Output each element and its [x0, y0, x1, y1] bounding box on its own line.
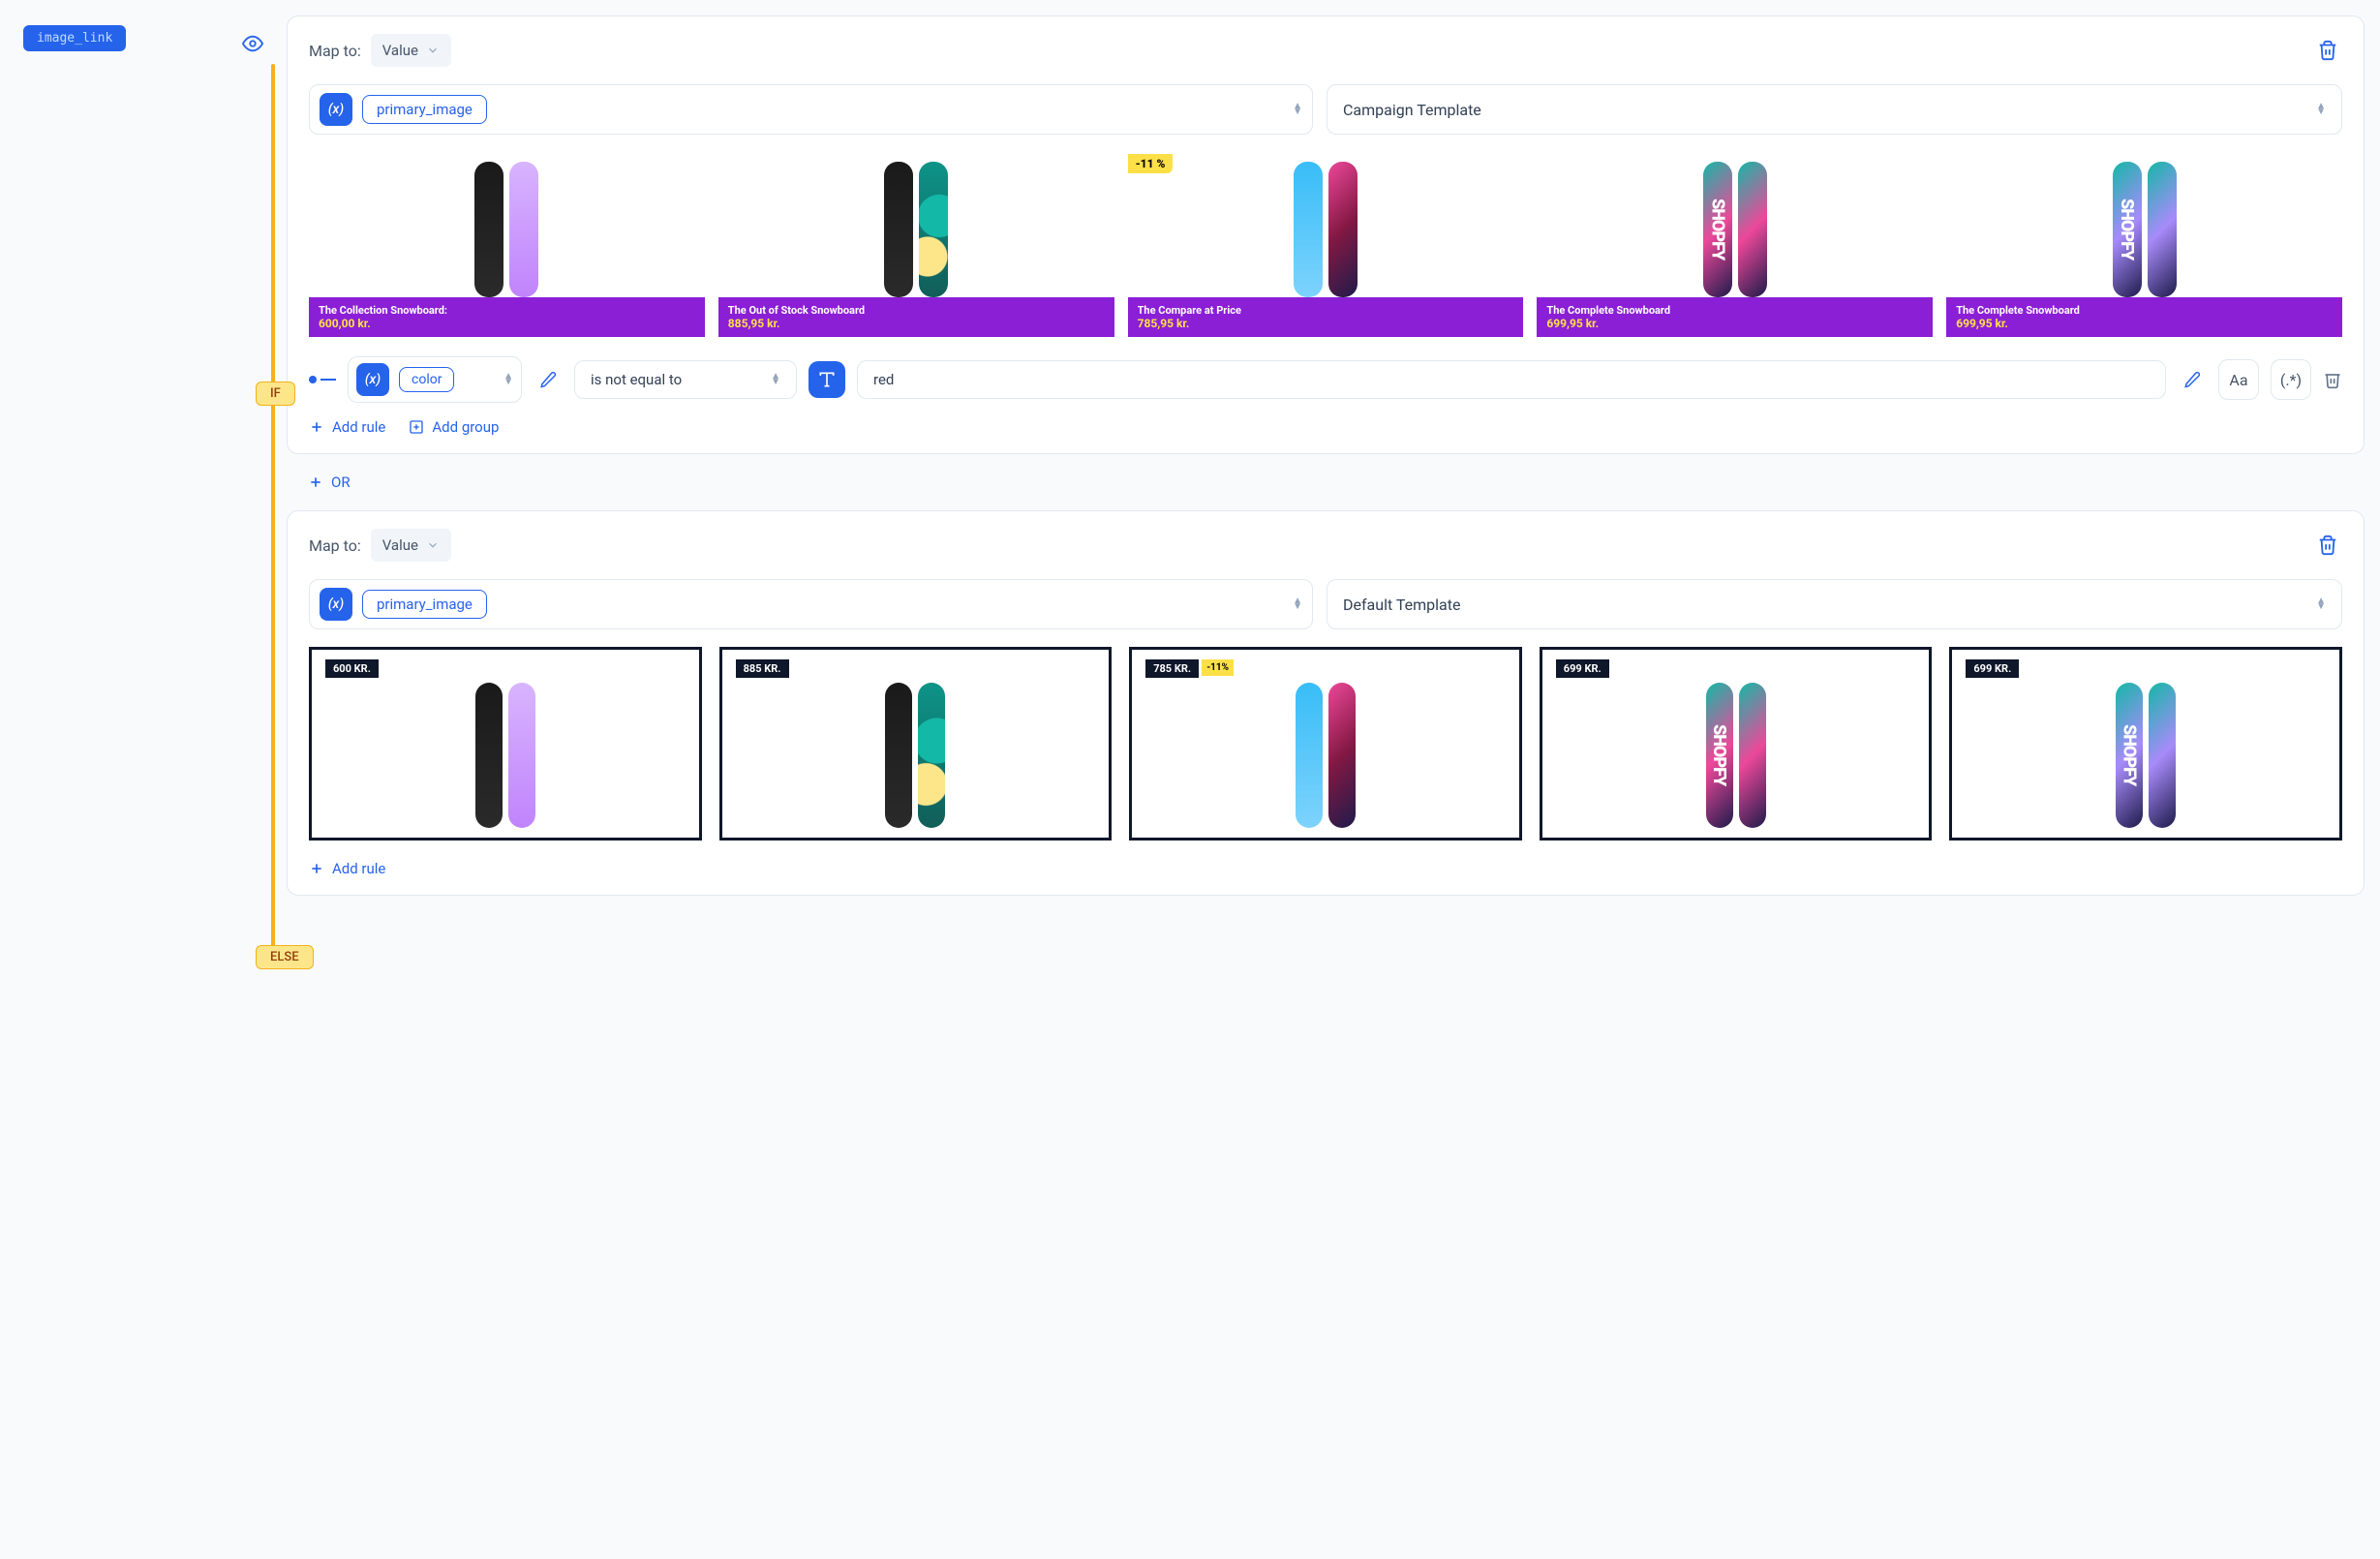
sort-icon: ▲▼ [503, 374, 513, 385]
field-select[interactable]: (x) primary_image ▲▼ [309, 579, 1313, 629]
edit-field-button[interactable] [534, 365, 563, 394]
add-rule-button[interactable]: Add rule [309, 860, 385, 877]
product-card: SHOPFY The Complete Snowboard699,95 kr. [1946, 152, 2342, 337]
map-to-select[interactable]: Value [371, 34, 451, 67]
add-group-button[interactable]: Add group [409, 418, 499, 436]
operator-select[interactable]: is not equal to ▲▼ [574, 360, 797, 399]
sort-icon: ▲▼ [1293, 598, 1302, 610]
pencil-icon [539, 371, 557, 388]
case-sensitive-button[interactable]: Aa [2218, 359, 2259, 400]
rule-handle-icon[interactable] [309, 376, 317, 383]
if-label: IF [256, 382, 295, 406]
variable-icon: (x) [356, 363, 389, 396]
add-or-button[interactable]: OR [308, 474, 2365, 491]
chevron-down-icon [426, 44, 440, 57]
product-card: The Collection Snowboard:600,00 kr. [309, 152, 705, 337]
product-card: 885 KR. [719, 647, 1113, 841]
discount-badge: -11% [1202, 659, 1234, 676]
trash-icon [2317, 40, 2338, 61]
plus-icon [309, 419, 324, 435]
else-label: ELSE [256, 945, 314, 969]
edit-value-button[interactable] [2178, 365, 2207, 394]
field-chip: primary_image [362, 95, 487, 124]
template-value: Campaign Template [1343, 101, 1481, 119]
add-rule-button[interactable]: Add rule [309, 418, 385, 436]
product-preview-row: The Collection Snowboard:600,00 kr. The … [309, 152, 2342, 337]
chevron-down-icon [426, 538, 440, 552]
map-to-value: Value [382, 42, 418, 59]
map-to-select[interactable]: Value [371, 529, 451, 562]
delete-rule-button[interactable] [2323, 370, 2342, 389]
operator-value: is not equal to [591, 371, 682, 388]
delete-block-button[interactable] [2313, 36, 2342, 65]
sort-icon: ▲▼ [1293, 104, 1302, 115]
mapping-block-else: Map to: Value (x) primary_image ▲▼ [287, 510, 2365, 896]
price-badge: 699 KR. [1966, 659, 2019, 678]
price-badge: 785 KR. [1145, 659, 1199, 678]
template-select[interactable]: Campaign Template ▲▼ [1327, 84, 2342, 135]
price-badge: 885 KR. [736, 659, 789, 678]
text-type-icon [809, 361, 845, 398]
preview-icon[interactable] [242, 33, 263, 54]
template-select[interactable]: Default Template ▲▼ [1327, 579, 2342, 629]
branch-connector [271, 64, 275, 955]
map-to-value: Value [382, 536, 418, 554]
rule-field-chip: color [399, 367, 454, 392]
rule-row: (x) color ▲▼ is not equal to ▲▼ red [309, 356, 2342, 403]
map-to-label: Map to: [309, 536, 361, 555]
product-card: 699 KR. SHOPFY [1949, 647, 2342, 841]
plus-icon [308, 474, 323, 490]
field-chip: primary_image [362, 590, 487, 619]
variable-icon: (x) [320, 93, 352, 126]
mapping-block-if: Map to: Value (x) primary_image ▲▼ [287, 15, 2365, 454]
delete-block-button[interactable] [2313, 531, 2342, 560]
field-select[interactable]: (x) primary_image ▲▼ [309, 84, 1313, 135]
variable-icon: (x) [320, 588, 352, 621]
sort-icon: ▲▼ [771, 374, 780, 385]
product-card: 785 KR. -11% [1129, 647, 1522, 841]
product-card: -11 % The Compare at Price785,95 kr. [1128, 152, 1524, 337]
field-tag[interactable]: image_link [23, 25, 126, 51]
rule-field-select[interactable]: (x) color ▲▼ [348, 356, 522, 403]
product-card: 699 KR. SHOPFY [1540, 647, 1933, 841]
product-card: The Out of Stock Snowboard885,95 kr. [718, 152, 1114, 337]
regex-button[interactable]: (.*) [2271, 359, 2311, 400]
price-badge: 600 KR. [325, 659, 379, 678]
plus-icon [309, 861, 324, 876]
pencil-icon [2183, 371, 2201, 388]
sort-icon: ▲▼ [2316, 598, 2326, 610]
sort-icon: ▲▼ [2316, 104, 2326, 115]
discount-badge: -11 % [1128, 154, 1174, 173]
map-to-label: Map to: [309, 42, 361, 60]
product-card: 600 KR. [309, 647, 702, 841]
price-badge: 699 KR. [1556, 659, 1609, 678]
product-card: SHOPFY The Complete Snowboard699,95 kr. [1537, 152, 1933, 337]
product-preview-row: 600 KR. 885 KR. 785 KR. -11% 699 KR. SHO… [309, 647, 2342, 841]
template-value: Default Template [1343, 596, 1460, 614]
add-group-icon [409, 419, 424, 435]
rule-value-input[interactable]: red [857, 360, 2166, 399]
trash-icon [2323, 370, 2342, 389]
trash-icon [2317, 535, 2338, 556]
